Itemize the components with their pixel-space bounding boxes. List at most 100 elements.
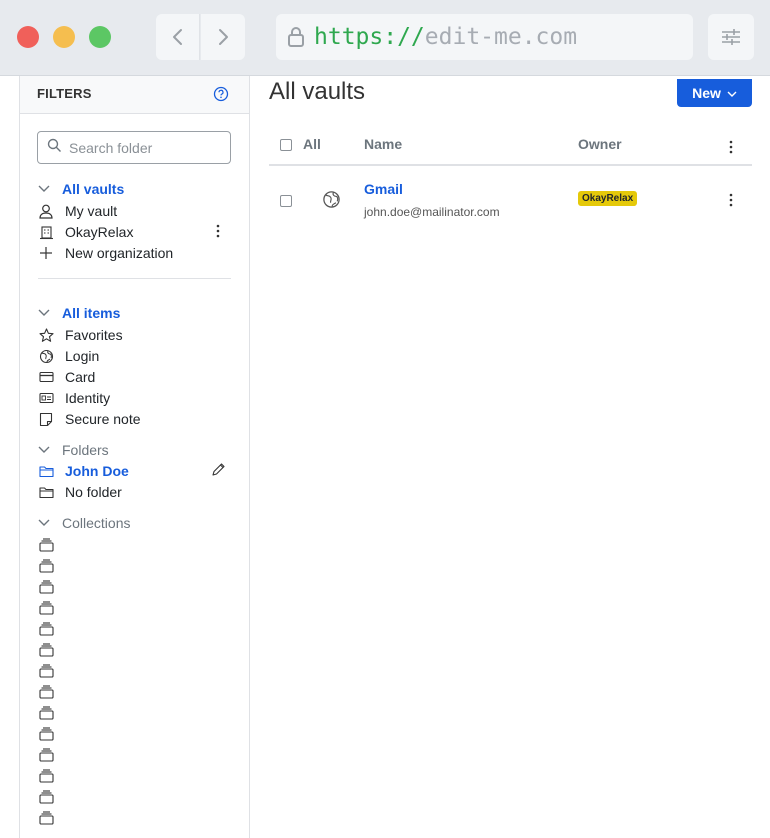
collection-icon [38,579,54,595]
collection-icon [38,768,54,784]
url-host: edit-me.com [424,24,578,50]
sidebar-item-label: Login [65,348,100,364]
all-items-toggle[interactable]: All items [38,303,120,323]
sidebar-item-collection[interactable] [38,766,65,786]
chevron-left-icon [172,29,182,45]
sidebar-item-collection[interactable] [38,787,65,807]
sidebar-item-label: Favorites [65,327,123,343]
filters-header: FILTERS [20,76,249,114]
vault-main: All vaults New All Name Owner Gmail john… [250,76,770,838]
minimize-window-button[interactable] [53,26,75,48]
sidebar-item-collection[interactable] [38,577,65,597]
table-options-icon[interactable] [729,140,733,159]
sidebar-item-identity[interactable]: Identity [38,388,110,408]
sidebar-item-label: OkayRelax [65,224,134,240]
collection-icon [38,705,54,721]
folders-toggle[interactable]: Folders [38,440,109,460]
sidebar-item-collection[interactable] [38,682,65,702]
collection-icon [38,810,54,826]
sidebar-item-no-folder[interactable]: No folder [38,482,122,502]
search-icon [47,138,62,158]
help-icon[interactable] [213,86,229,107]
sidebar-item-label: My vault [65,203,118,219]
sliders-icon [722,29,740,45]
browser-chrome: https://edit-me.com [0,0,770,76]
all-vaults-toggle[interactable]: All vaults [38,179,124,199]
col-owner-header[interactable]: Owner [578,136,622,152]
back-button[interactable] [156,14,200,60]
sidebar-item-john-doe[interactable]: John Doe [38,461,129,481]
sidebar-item-card[interactable]: Card [38,367,95,387]
chevron-down-icon [38,446,52,454]
maximize-window-button[interactable] [89,26,111,48]
sidebar-item-collection[interactable] [38,619,65,639]
search-folder[interactable] [37,131,231,164]
item-username: john.doe@mailinator.com [364,205,500,219]
browser-settings-button[interactable] [708,14,754,60]
url-scheme: https:// [314,24,425,50]
sidebar-item-new-organization[interactable]: New organization [38,243,173,263]
globe-icon [322,190,341,214]
sidebar-divider [38,278,231,279]
sidebar-item-label: New organization [65,245,174,261]
pencil-icon[interactable] [210,462,226,483]
collection-icon [38,789,54,805]
new-button[interactable]: New [677,79,752,107]
collections-label: Collections [62,515,131,531]
chevron-down-icon [38,185,52,193]
col-name-header[interactable]: Name [364,136,402,152]
sidebar-item-collection[interactable] [38,661,65,681]
plus-icon [38,245,54,261]
sidebar-item-okayrelax[interactable]: OkayRelax [38,222,133,242]
col-all-label: All [303,136,321,152]
row-options-icon[interactable] [729,193,733,212]
vault-options-icon[interactable] [216,224,220,243]
collection-icon [38,747,54,763]
sidebar-item-collection[interactable] [38,745,65,765]
filters-title: FILTERS [37,86,92,101]
sidebar-item-label: Card [65,369,96,385]
table-row[interactable]: Gmail john.doe@mailinator.com OkayRelax [269,168,752,228]
sidebar-item-secure-note[interactable]: Secure note [38,409,141,429]
table-header: All Name Owner [269,128,752,166]
sidebar-item-login[interactable]: Login [38,346,99,366]
collections-toggle[interactable]: Collections [38,513,130,533]
sidebar-item-collection[interactable] [38,598,65,618]
collection-icon [38,642,54,658]
chevron-down-icon [727,85,737,101]
sidebar-item-collection[interactable] [38,808,65,828]
forward-button[interactable] [201,14,245,60]
collection-icon [38,621,54,637]
lock-icon [286,25,306,49]
folders-label: Folders [62,442,109,458]
sidebar-item-collection[interactable] [38,535,65,555]
sidebar-item-collection[interactable] [38,556,65,576]
sidebar-item-favorites[interactable]: Favorites [38,325,123,345]
user-icon [38,203,54,219]
chevron-right-icon [219,29,228,45]
folder-icon [38,484,54,500]
row-checkbox[interactable] [280,195,292,207]
sidebar-item-collection[interactable] [38,640,65,660]
select-all-checkbox[interactable] [280,139,292,151]
sidebar-item-label: John Doe [65,463,129,479]
chevron-down-icon [38,309,52,317]
sidebar-item-collection[interactable] [38,703,65,723]
collection-icon [38,684,54,700]
star-icon [38,327,54,343]
address-bar[interactable]: https://edit-me.com [276,14,693,60]
filters-sidebar: FILTERS All vaults My vault OkayRelax [19,76,250,838]
sidebar-item-collection[interactable] [38,724,65,744]
chevron-down-icon [38,519,52,527]
close-window-button[interactable] [17,26,39,48]
sidebar-item-label: Secure note [65,411,141,427]
search-input[interactable] [69,139,219,156]
collection-icon [38,663,54,679]
folder-icon [38,463,54,479]
sidebar-item-label: Identity [65,390,111,406]
item-name-link[interactable]: Gmail [364,181,403,197]
all-items-label: All items [62,305,121,321]
sidebar-item-my-vault[interactable]: My vault [38,201,117,221]
all-vaults-label: All vaults [62,181,125,197]
web-page: FILTERS All vaults My vault OkayRelax [0,76,770,838]
